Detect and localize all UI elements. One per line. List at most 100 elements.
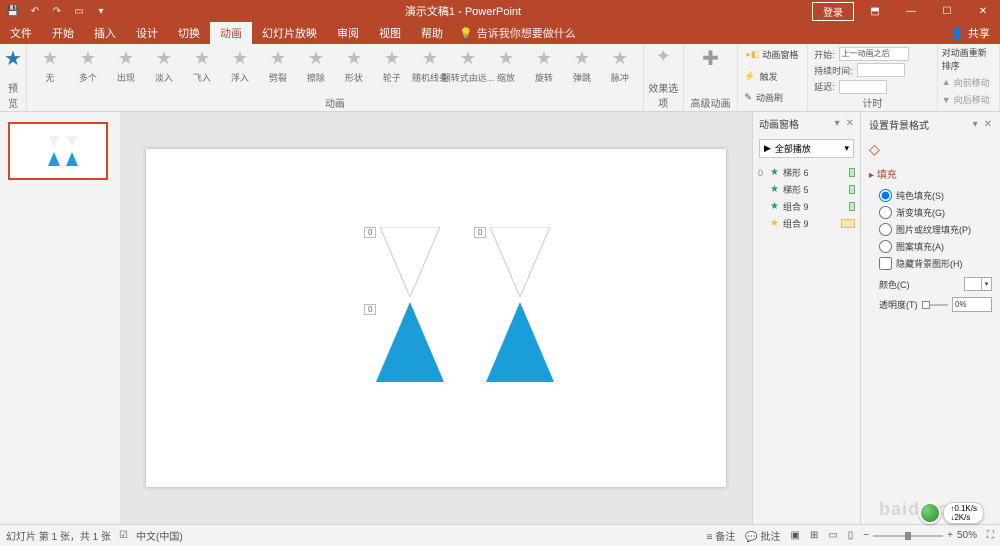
play-all-button[interactable]: ▶全部播放▾ (759, 139, 854, 158)
ribbon-options-icon[interactable]: ⬒ (858, 0, 892, 22)
maximize-button[interactable]: ☐ (930, 0, 964, 22)
fill-radio[interactable] (879, 240, 892, 253)
slide-thumbnail-1[interactable] (8, 122, 108, 180)
start-slideshow-icon[interactable]: ▭ (72, 4, 86, 18)
zoom-in-button[interactable]: + (947, 530, 953, 541)
color-dropdown-icon[interactable]: ▾ (981, 278, 991, 290)
zoom-out-button[interactable]: − (863, 530, 869, 541)
slide-thumbnails (0, 112, 120, 524)
transparency-slider[interactable] (922, 304, 949, 306)
shape-outline-1[interactable] (380, 227, 440, 297)
anim-gallery-item[interactable]: ★淡入 (149, 48, 179, 84)
move-later-button[interactable]: ▼向后移动 (942, 92, 995, 107)
anim-tag-2[interactable]: 0 (474, 227, 486, 238)
animation-painter-button[interactable]: ✎动画刷 (742, 89, 803, 105)
anim-gallery-item[interactable]: ★脉冲 (605, 48, 635, 84)
tab-review[interactable]: 审阅 (327, 22, 369, 44)
fill-option[interactable]: 渐变填充(G) (879, 204, 992, 221)
tab-animations[interactable]: 动画 (210, 22, 252, 44)
transparency-input[interactable]: 0% (952, 297, 992, 312)
anim-gallery-item[interactable]: ★随机线条 (415, 48, 445, 84)
triangle-shape-2[interactable] (486, 302, 554, 382)
effect-options-icon[interactable]: ✦ (648, 46, 679, 67)
fill-bucket-icon[interactable]: ◇ (861, 137, 1000, 162)
save-icon[interactable]: 💾 (6, 4, 20, 18)
tell-me[interactable]: 💡告诉我你想要做什么 (459, 25, 576, 41)
play-dropdown-icon[interactable]: ▾ (844, 143, 849, 154)
anim-pane-close-icon[interactable]: ✕ (846, 118, 854, 129)
anim-gallery-item[interactable]: ★弹跳 (567, 48, 597, 84)
fill-radio[interactable] (879, 206, 892, 219)
fill-checkbox[interactable] (879, 257, 892, 270)
redo-icon[interactable]: ↷ (50, 4, 64, 18)
anim-gallery-item[interactable]: ★浮入 (225, 48, 255, 84)
anim-pane-dropdown-icon[interactable]: ▾ (835, 118, 840, 129)
comments-button[interactable]: 💬 批注 (745, 528, 780, 543)
slideshow-view-icon[interactable]: ▯ (848, 530, 854, 541)
anim-gallery-item[interactable]: ★形状 (339, 48, 369, 84)
fill-option[interactable]: 图片或纹理填充(P) (879, 221, 992, 238)
anim-gallery-item[interactable]: ★轮子 (377, 48, 407, 84)
format-pane-dropdown-icon[interactable]: ▾ (973, 119, 978, 130)
close-button[interactable]: ✕ (966, 0, 1000, 22)
reading-view-icon[interactable]: ▭ (828, 530, 837, 541)
fill-option[interactable]: 纯色填充(S) (879, 187, 992, 204)
tab-slideshow[interactable]: 幻灯片放映 (252, 22, 327, 44)
anim-gallery-item[interactable]: ★多个 (73, 48, 103, 84)
animation-pane-button[interactable]: ▸◧动画窗格 (742, 46, 803, 63)
trigger-button[interactable]: ⚡触发 (742, 68, 803, 84)
color-swatch[interactable]: ▾ (964, 277, 992, 291)
anim-tag-1[interactable]: 0 (364, 227, 376, 238)
tab-help[interactable]: 帮助 (411, 22, 453, 44)
notes-button[interactable]: ≡ 备注 (707, 528, 736, 543)
sorter-view-icon[interactable]: ⊞ (810, 530, 818, 541)
shape-outline-2[interactable] (490, 227, 550, 297)
animation-list-item[interactable]: 0★梯形 6 (757, 164, 856, 181)
anim-gallery-item[interactable]: ★翻转式由远... (453, 48, 483, 84)
tab-home[interactable]: 开始 (42, 22, 84, 44)
anim-gallery-item[interactable]: ★缩放 (491, 48, 521, 84)
undo-icon[interactable]: ↶ (28, 4, 42, 18)
delay-input[interactable] (839, 80, 887, 94)
tab-design[interactable]: 设计 (126, 22, 168, 44)
tab-insert[interactable]: 插入 (84, 22, 126, 44)
animation-list-item[interactable]: ★组合 9 (757, 198, 856, 215)
login-button[interactable]: 登录 (812, 2, 854, 21)
anim-gallery-item[interactable]: ★出现 (111, 48, 141, 84)
anim-tag-3[interactable]: 0 (364, 304, 376, 315)
language-indicator[interactable]: 中文(中国) (136, 528, 183, 543)
fill-option[interactable]: 隐藏背景图形(H) (879, 255, 992, 272)
qat-dropdown-icon[interactable]: ▾ (94, 4, 108, 18)
tab-file[interactable]: 文件 (0, 22, 42, 44)
anim-gallery-item[interactable]: ★旋转 (529, 48, 559, 84)
tab-view[interactable]: 视图 (369, 22, 411, 44)
fill-section[interactable]: ▸ 填充 (861, 162, 1000, 185)
normal-view-icon[interactable]: ▣ (790, 530, 799, 541)
animation-list-item[interactable]: ★组合 9 (757, 215, 856, 232)
animation-list-item[interactable]: ★梯形 5 (757, 181, 856, 198)
format-pane-close-icon[interactable]: ✕ (984, 119, 992, 130)
anim-gallery-item[interactable]: ★劈裂 (263, 48, 293, 84)
move-earlier-button[interactable]: ▲向前移动 (942, 75, 995, 90)
zoom-level[interactable]: 50% (957, 530, 977, 541)
fill-radio[interactable] (879, 189, 892, 202)
fill-radio[interactable] (879, 223, 892, 236)
share-button[interactable]: 👤共享 (940, 25, 1000, 41)
assistant-orb-icon[interactable] (919, 502, 941, 524)
minimize-button[interactable]: — (894, 0, 928, 22)
zoom-slider[interactable] (873, 535, 943, 537)
add-animation-icon[interactable]: ✚ (702, 46, 719, 71)
preview-icon[interactable]: ★ (4, 46, 22, 71)
anim-gallery-item[interactable]: ★飞入 (187, 48, 217, 84)
slide[interactable]: 0 0 0 (146, 149, 726, 487)
duration-input[interactable] (857, 63, 905, 77)
format-pane-title: 设置背景格式 (869, 117, 929, 132)
fill-option[interactable]: 图案填充(A) (879, 238, 992, 255)
anim-gallery-item[interactable]: ★无 (35, 48, 65, 84)
start-dropdown[interactable]: 上一动画之后 (839, 47, 909, 61)
triangle-shape-1[interactable] (376, 302, 444, 382)
tab-transitions[interactable]: 切换 (168, 22, 210, 44)
spellcheck-icon[interactable]: ☑ (119, 530, 128, 541)
fit-to-window-icon[interactable]: ⛶ (987, 530, 994, 541)
anim-gallery-item[interactable]: ★擦除 (301, 48, 331, 84)
